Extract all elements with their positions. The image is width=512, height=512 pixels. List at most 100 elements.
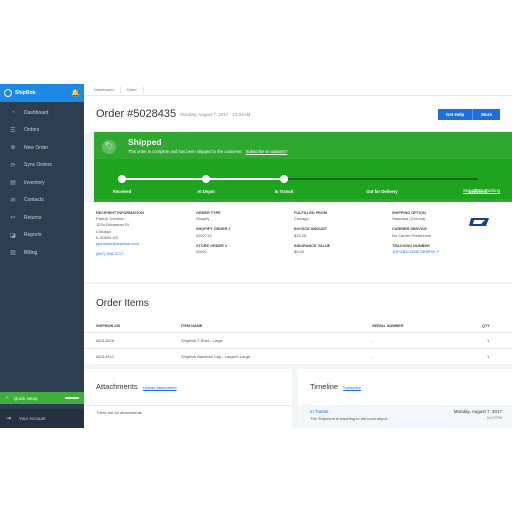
cell-item: ShipBob T-Shirt - Large bbox=[181, 338, 223, 343]
breadcrumb-order: Order bbox=[126, 87, 137, 92]
brand-name: ShipBob bbox=[15, 90, 36, 96]
timeline-time: 04:07PM bbox=[486, 416, 502, 420]
col-header-serial: SERIAL NUMBER bbox=[372, 324, 404, 328]
stage-dot bbox=[280, 175, 288, 183]
stage-dot bbox=[118, 175, 126, 183]
sidebar: ShipBob 🔔 ◔ Dashboard ☰ Orders ⊕ New Order ⟳ Sy… bbox=[0, 84, 84, 428]
sidebar-item-label: Inventory bbox=[24, 179, 45, 186]
billing-icon: ▥ bbox=[10, 250, 16, 257]
shipping-column: SHIPPING OPTION Standard (Ground) CARRIE… bbox=[392, 210, 439, 255]
breadcrumb-divider bbox=[142, 85, 144, 94]
stage-label: Received bbox=[112, 189, 132, 194]
recipient-phone[interactable]: (847) 508-3717 bbox=[96, 251, 144, 257]
external-link-icon: ↗ bbox=[436, 249, 440, 255]
contacts-icon: ✉ bbox=[10, 197, 16, 204]
shopify-order-label: SHOPIFY ORDER # bbox=[196, 227, 231, 232]
your-account-button[interactable]: ⇥ Your Account bbox=[0, 409, 84, 428]
sidebar-item-label: Dashboard bbox=[24, 109, 49, 116]
order-header: Order #5028435 Monday, August 7, 2017 - … bbox=[84, 96, 512, 132]
cell-qty: 1 bbox=[487, 354, 490, 359]
page-title: Order #5028435 bbox=[96, 108, 177, 120]
attachments-section: Attachments Upload Attachment There are … bbox=[84, 369, 292, 428]
timeline-date: Monday, August 7, 2017 bbox=[453, 409, 502, 414]
sidebar-item-new-order[interactable]: ⊕ New Order bbox=[0, 139, 84, 157]
order-date: Monday, August 7, 2017 - 10:04AM bbox=[180, 111, 251, 117]
plus-icon: ⊕ bbox=[10, 145, 16, 152]
cell-id: #8214928 bbox=[96, 338, 114, 343]
sidebar-item-label: Sync Orders bbox=[24, 162, 52, 169]
cell-serial: - bbox=[372, 338, 374, 343]
more-button[interactable]: More bbox=[472, 108, 500, 120]
insurance-value: $0.00 bbox=[294, 249, 305, 255]
sidebar-item-sync-orders[interactable]: ⟳ Sync Orders bbox=[0, 157, 84, 175]
fulfillment-column: FULFILLED FROM Chicago INVOICE AMOUNT $1… bbox=[294, 210, 330, 255]
progress-line-pending bbox=[284, 178, 478, 180]
status-title: Shipped bbox=[128, 137, 162, 147]
col-header-item: ITEM NAME bbox=[181, 324, 203, 328]
timeline-section: Timeline Subscribe In Transit Monday, Au… bbox=[298, 369, 512, 428]
check-icon: ✓ bbox=[5, 395, 9, 400]
order-type-column: ORDER TYPE Shopify SHOPIFY ORDER # 52027… bbox=[196, 210, 231, 255]
sidebar-item-dashboard[interactable]: ◔ Dashboard bbox=[0, 104, 84, 122]
sidebar-nav: ◔ Dashboard ☰ Orders ⊕ New Order ⟳ Sync Orders ▤… bbox=[0, 102, 84, 262]
get-help-button[interactable]: Get Help bbox=[437, 108, 473, 120]
breadcrumb-divider bbox=[119, 85, 121, 94]
table-row[interactable]: #8214928 ShipBob T-Shirt - Large - 1 bbox=[84, 332, 512, 348]
sidebar-item-returns[interactable]: ↩ Returns bbox=[0, 209, 84, 227]
cell-qty: 1 bbox=[487, 338, 490, 343]
invoice-value: $15.25 bbox=[294, 232, 307, 238]
shopify-order-value: 5202719 bbox=[196, 232, 212, 238]
timeline-heading: Timeline Subscribe bbox=[310, 382, 361, 391]
sidebar-item-label: Returns bbox=[24, 214, 42, 221]
attachments-empty: There are no attachments bbox=[84, 405, 292, 419]
quick-setup-button[interactable]: ✓ Quick setup bbox=[0, 392, 84, 404]
tag-icon: 🏷 bbox=[102, 140, 116, 154]
carrier-value: No Carrier Preference bbox=[392, 232, 432, 238]
breadcrumb-dashboard[interactable]: Dashboard bbox=[94, 87, 114, 92]
timeline-title: Timeline bbox=[310, 382, 339, 391]
stage-dot bbox=[202, 175, 210, 183]
timeline-message: The Shipment is traveling to the local d… bbox=[310, 416, 388, 421]
stage-label: Delivered bbox=[468, 189, 488, 194]
breadcrumb: Dashboard Order bbox=[84, 84, 512, 96]
col-header-id: SHIPBOB #ID bbox=[96, 324, 121, 328]
tracking-progress: See USPS Tracking Received At Depot In Tra… bbox=[94, 159, 512, 199]
stage-label: In Transit bbox=[274, 189, 294, 194]
sidebar-item-label: Orders bbox=[24, 127, 40, 134]
account-label: Your Account bbox=[19, 416, 46, 421]
reports-icon: ◪ bbox=[10, 232, 16, 239]
subscribe-updates-link[interactable]: Subscribe to updates? bbox=[246, 149, 288, 154]
sidebar-item-orders[interactable]: ☰ Orders bbox=[0, 122, 84, 140]
table-row[interactable]: #8214942 ShipBob Baseball Cap - Large/X-… bbox=[84, 348, 512, 364]
main-content: Dashboard Order Order #5028435 Monday, A… bbox=[84, 84, 512, 428]
sidebar-item-label: Reports bbox=[24, 232, 42, 239]
attachments-heading: Attachments Upload Attachment bbox=[96, 382, 177, 391]
fulfilled-value: Chicago bbox=[294, 216, 309, 222]
bell-icon[interactable]: 🔔 bbox=[71, 89, 80, 97]
cell-item: ShipBob Baseball Cap - Large/X-Large bbox=[181, 354, 251, 359]
stage-label: At Depot bbox=[197, 189, 215, 194]
shipbob-logo-icon bbox=[4, 89, 12, 97]
header-actions: Get Help More bbox=[437, 108, 500, 120]
sidebar-item-billing[interactable]: ▥ Billing bbox=[0, 244, 84, 262]
attachments-title: Attachments bbox=[96, 382, 138, 391]
logout-icon: ⇥ bbox=[6, 416, 12, 422]
order-type-value: Shopify bbox=[196, 216, 210, 222]
tracking-number-link[interactable]: 1DFGB1LN34EGB9P94 ↗ bbox=[392, 249, 439, 255]
sidebar-item-reports[interactable]: ◪ Reports bbox=[0, 227, 84, 245]
recipient-column: RECIPIENT INFORMATION Patrick Johnson 12… bbox=[96, 210, 144, 257]
order-items-section: Order Items SHIPBOB #ID ITEM NAME SERIAL… bbox=[84, 284, 512, 364]
invoice-label: INVOICE AMOUNT bbox=[294, 227, 328, 232]
cell-id: #8214942 bbox=[96, 354, 114, 359]
quick-setup-progress bbox=[65, 397, 79, 399]
timeline-subscribe-link[interactable]: Subscribe bbox=[343, 385, 361, 390]
shipped-status-banner: 🏷 Shipped This order is complete and has… bbox=[94, 132, 512, 204]
recipient-email[interactable]: pjohnson@shipbob.com bbox=[96, 241, 144, 247]
upload-attachment-link[interactable]: Upload Attachment bbox=[143, 385, 177, 390]
quick-setup-label: Quick setup bbox=[13, 395, 38, 401]
brand-bar: ShipBob 🔔 bbox=[0, 84, 84, 102]
status-message: This order is complete and has been ship… bbox=[128, 149, 287, 154]
sidebar-item-contacts[interactable]: ✉ Contacts bbox=[0, 192, 84, 210]
orders-icon: ☰ bbox=[10, 127, 16, 134]
sidebar-item-inventory[interactable]: ▤ Inventory bbox=[0, 174, 84, 192]
